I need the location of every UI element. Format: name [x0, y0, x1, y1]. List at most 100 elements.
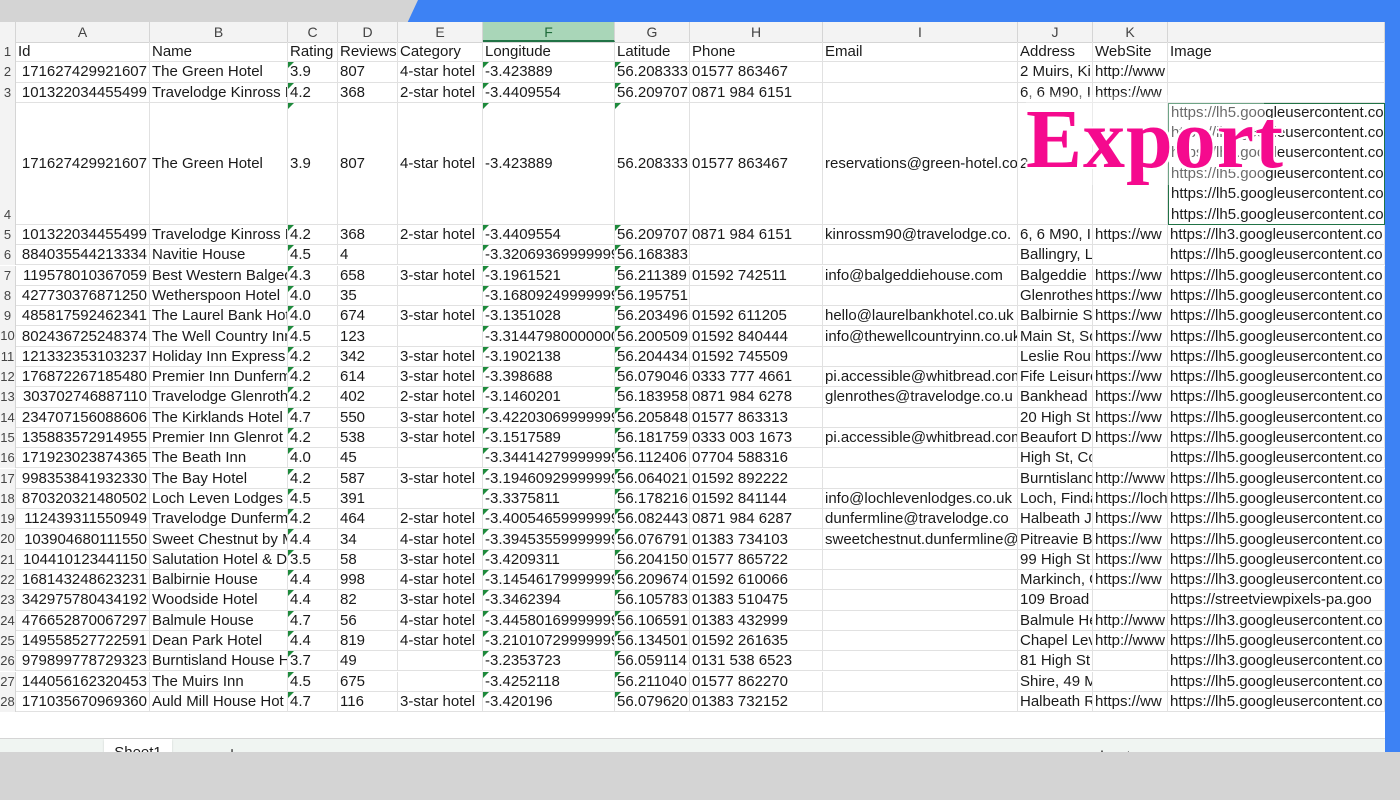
cell-image[interactable]: https://lh3.googleusercontent.co [1168, 224, 1385, 246]
cell-category[interactable]: 3-star hotel [398, 468, 483, 489]
cell-category[interactable] [398, 448, 483, 469]
row-number[interactable]: 3 [0, 82, 16, 103]
cell-phone[interactable]: 01577 865722 [690, 549, 823, 570]
cell-category[interactable]: 2-star hotel [398, 82, 483, 103]
cell-image[interactable]: https://lh5.googleusercontent.co [1168, 326, 1385, 347]
cell-longitude[interactable]: -3.3462394 [483, 590, 615, 611]
cell-reviews[interactable]: 807 [338, 102, 398, 225]
cell-latitude[interactable]: 56.203496 [615, 306, 690, 327]
row-number[interactable]: 9 [0, 306, 16, 327]
cell-latitude[interactable]: 56.205848 [615, 407, 690, 428]
cell-website[interactable]: WebSite [1093, 42, 1168, 63]
cell-longitude[interactable]: -3.4409554 [483, 82, 615, 103]
cell-address[interactable]: Balgeddie [1018, 265, 1093, 286]
cell-longitude[interactable]: -3.4252118 [483, 671, 615, 692]
cell-email[interactable]: hello@laurelbankhotel.co.uk [823, 306, 1018, 327]
tab-sheet1[interactable]: Sheet1 [104, 739, 172, 752]
row-number[interactable]: 7 [0, 265, 16, 286]
cell-category[interactable]: 4-star hotel [398, 529, 483, 550]
cell-website[interactable]: https://ww [1093, 224, 1168, 246]
cell-email[interactable] [823, 448, 1018, 469]
cell-email[interactable] [823, 62, 1018, 83]
cell-website[interactable] [1093, 651, 1168, 672]
cell-image[interactable]: https://lh5.googleusercontent.co [1168, 407, 1385, 428]
cell-website[interactable]: https://ww [1093, 407, 1168, 428]
cell-name[interactable]: Sweet Chestnut by M [150, 529, 288, 550]
cell-longitude[interactable]: -3.39453559999999 [483, 529, 615, 550]
cell-name[interactable]: Navitie House [150, 245, 288, 266]
cell-website[interactable]: https://ww [1093, 529, 1168, 550]
cell-email[interactable] [823, 630, 1018, 652]
cell-email[interactable]: Email [823, 42, 1018, 63]
cell-latitude[interactable]: 56.211040 [615, 671, 690, 692]
cell-website[interactable] [1093, 245, 1168, 266]
column-header-l[interactable] [1168, 22, 1385, 42]
cell-reviews[interactable]: 35 [338, 285, 398, 307]
cell-email[interactable]: pi.accessible@whitbread.com [823, 367, 1018, 388]
cell-website[interactable]: https://ww [1093, 265, 1168, 286]
cell-image[interactable]: https://lh3.googleusercontent.co [1168, 610, 1385, 631]
cell-reviews[interactable]: 391 [338, 488, 398, 510]
cell-reviews[interactable]: 4 [338, 245, 398, 266]
cell-reviews[interactable]: 34 [338, 529, 398, 550]
row-number[interactable]: 28 [0, 691, 16, 713]
cell-reviews[interactable]: 58 [338, 549, 398, 570]
row-number[interactable]: 15 [0, 427, 16, 449]
cell-longitude[interactable]: -3.1902138 [483, 346, 615, 367]
cell-rating[interactable]: 4.7 [288, 691, 338, 713]
cell-reviews[interactable]: 674 [338, 306, 398, 327]
cell-rating[interactable]: 4.5 [288, 488, 338, 510]
cell-address[interactable]: Balbirnie S [1018, 306, 1093, 327]
cell-longitude[interactable]: -3.423889 [483, 102, 615, 225]
cell-address[interactable]: Beaufort D [1018, 427, 1093, 449]
cell-name[interactable]: The Muirs Inn [150, 671, 288, 692]
cell-image[interactable]: https://lh3.googleusercontent.co [1168, 570, 1385, 591]
cell-reviews[interactable]: 368 [338, 82, 398, 103]
cell-website[interactable]: http://www [1093, 630, 1168, 652]
cell-website[interactable]: https://ww [1093, 691, 1168, 713]
cell-rating[interactable]: 4.2 [288, 367, 338, 388]
row-number[interactable]: 26 [0, 651, 16, 672]
cell-address[interactable]: Halbeath R [1018, 691, 1093, 713]
cell-image[interactable]: https://lh5.googleusercontent.co [1168, 427, 1385, 449]
cell-image[interactable]: https://lh5.googleusercontent.co [1168, 691, 1385, 713]
cell-latitude[interactable]: 56.211389 [615, 265, 690, 286]
cell-address[interactable]: Glenrothes [1018, 285, 1093, 307]
cell-name[interactable]: Wetherspoon Hotel [150, 285, 288, 307]
cell-longitude[interactable]: -3.3375811 [483, 488, 615, 510]
cell-rating[interactable]: 4.4 [288, 630, 338, 652]
cell-longitude[interactable]: -3.21010729999999 [483, 630, 615, 652]
cell-longitude[interactable]: Longitude [483, 42, 615, 63]
cell-rating[interactable]: 4.0 [288, 285, 338, 307]
cell-id[interactable]: 103904680111550 [16, 529, 150, 550]
cell-rating[interactable]: 4.3 [288, 265, 338, 286]
cell-phone[interactable]: 01577 863467 [690, 102, 823, 225]
cell-category[interactable]: 3-star hotel [398, 549, 483, 570]
cell-longitude[interactable]: -3.19460929999999 [483, 468, 615, 489]
cell-reviews[interactable]: 807 [338, 62, 398, 83]
cell-rating[interactable]: 3.5 [288, 549, 338, 570]
cell-reviews[interactable]: 123 [338, 326, 398, 347]
cell-longitude[interactable]: -3.4409554 [483, 224, 615, 246]
cell-address[interactable]: Pitreavie Bl [1018, 529, 1093, 550]
cell-longitude[interactable]: -3.31447980000000 [483, 326, 615, 347]
cell-latitude[interactable]: 56.076791 [615, 529, 690, 550]
cell-address[interactable]: Halbeath J [1018, 509, 1093, 530]
cell-image[interactable]: https://lh5.googleusercontent.co [1168, 346, 1385, 367]
cell-rating[interactable]: 3.9 [288, 62, 338, 83]
cell-email[interactable] [823, 651, 1018, 672]
cell-longitude[interactable]: -3.423889 [483, 62, 615, 83]
column-header-h[interactable]: H [690, 22, 823, 42]
row-number[interactable]: 27 [0, 671, 16, 692]
cell-phone[interactable]: 0333 003 1673 [690, 427, 823, 449]
cell-email[interactable]: glenrothes@travelodge.co.u [823, 387, 1018, 408]
cell-address[interactable]: 20 High St [1018, 407, 1093, 428]
cell-address[interactable]: Chapel Lev [1018, 630, 1093, 652]
cell-rating[interactable]: 4.5 [288, 671, 338, 692]
cell-category[interactable] [398, 245, 483, 266]
cell-address[interactable]: Balmule He [1018, 610, 1093, 631]
cell-id[interactable]: 802436725248374 [16, 326, 150, 347]
column-header-b[interactable]: B [150, 22, 288, 42]
cell-latitude[interactable]: Latitude [615, 42, 690, 63]
cell-phone[interactable]: 01577 863313 [690, 407, 823, 428]
